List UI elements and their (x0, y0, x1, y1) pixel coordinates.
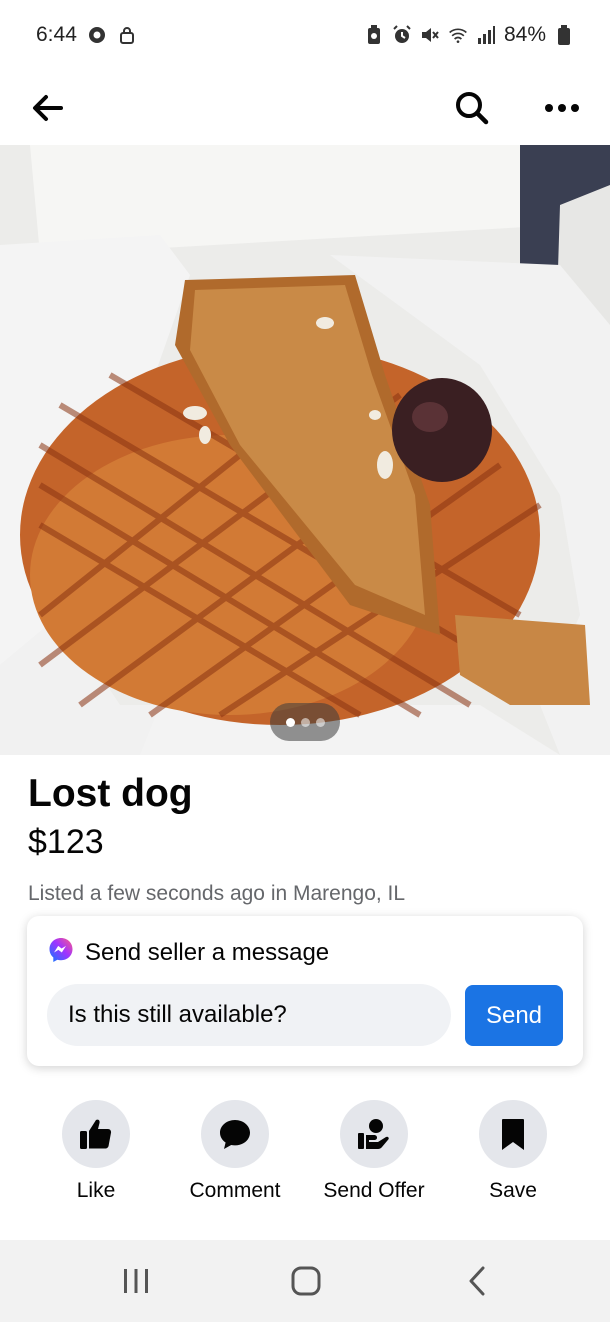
send-offer-icon (358, 1119, 389, 1149)
message-seller-card: Send seller a message Is this still avai… (27, 916, 583, 1066)
status-time: 6:44 (36, 23, 77, 46)
home-icon (291, 1266, 321, 1296)
system-nav-bar (0, 1240, 610, 1322)
carousel-dot (285, 717, 295, 727)
message-input[interactable]: Is this still available? (47, 984, 451, 1046)
chevron-left-icon (469, 1266, 485, 1296)
send-button[interactable]: Send (465, 985, 563, 1046)
listing-photo[interactable] (0, 145, 610, 755)
system-back-button[interactable] (447, 1260, 507, 1302)
save-label: Save (489, 1179, 537, 1202)
thumbs-up-icon (80, 1119, 112, 1149)
battery-percent: 84% (503, 23, 546, 46)
message-card-header: Send seller a message (47, 936, 329, 969)
more-options-button[interactable] (540, 86, 584, 130)
listing-title: Lost dog (28, 772, 193, 815)
bookmark-icon (502, 1119, 524, 1150)
like-label: Like (76, 1179, 116, 1202)
battery-saver-icon (364, 25, 384, 45)
search-icon (456, 91, 489, 124)
search-button[interactable] (450, 86, 494, 130)
comment-button[interactable]: Comment (165, 1100, 305, 1203)
message-card-title: Send seller a message (85, 938, 330, 966)
top-nav (0, 70, 610, 145)
messenger-icon (47, 936, 75, 969)
save-button[interactable]: Save (443, 1100, 583, 1203)
status-bar: 6:44 84% (0, 0, 610, 70)
send-offer-label: Send Offer (323, 1179, 425, 1202)
comment-label: Comment (189, 1179, 281, 1202)
lock-icon (117, 25, 137, 45)
back-button[interactable] (26, 86, 70, 130)
carousel-dot (300, 717, 310, 727)
comment-button-circle (201, 1100, 269, 1168)
listing-meta: Listed a few seconds ago in Marengo, IL (28, 882, 406, 905)
listing-price: $123 (28, 823, 104, 861)
recent-apps-button[interactable] (106, 1260, 166, 1302)
battery-icon (554, 25, 574, 45)
carousel-dot (315, 717, 325, 727)
back-arrow-icon (33, 94, 63, 121)
save-button-circle (479, 1100, 547, 1168)
alarm-icon (392, 25, 412, 45)
vpn-shield-icon (87, 25, 107, 45)
send-offer-button[interactable]: Send Offer (304, 1100, 444, 1203)
signal-icon (476, 25, 496, 45)
comment-icon (220, 1120, 250, 1149)
home-button[interactable] (276, 1260, 336, 1302)
more-icon (545, 103, 579, 112)
wifi-icon (448, 25, 468, 45)
listing-actions: Like Comment Send Offer Save (0, 1100, 610, 1210)
mute-icon (420, 25, 440, 45)
send-offer-button-circle (340, 1100, 408, 1168)
like-button[interactable]: Like (26, 1100, 166, 1203)
photo-carousel-indicator[interactable] (270, 703, 340, 741)
like-button-circle (62, 1100, 130, 1168)
recent-apps-icon (124, 1269, 148, 1293)
